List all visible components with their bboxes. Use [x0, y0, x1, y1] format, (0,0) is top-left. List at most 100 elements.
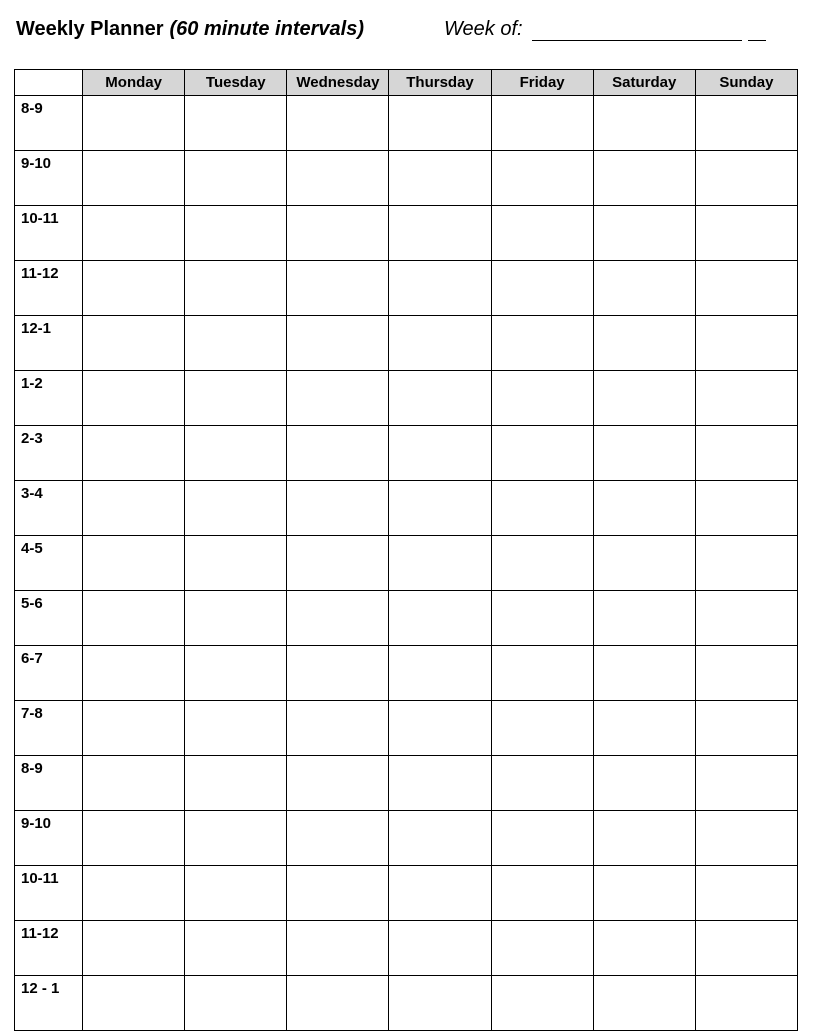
planner-cell[interactable]	[287, 976, 389, 1031]
planner-cell[interactable]	[593, 701, 695, 756]
planner-cell[interactable]	[695, 921, 797, 976]
planner-cell[interactable]	[185, 371, 287, 426]
planner-cell[interactable]	[83, 426, 185, 481]
planner-cell[interactable]	[389, 811, 491, 866]
planner-cell[interactable]	[83, 701, 185, 756]
planner-cell[interactable]	[593, 591, 695, 646]
planner-cell[interactable]	[695, 426, 797, 481]
planner-cell[interactable]	[491, 646, 593, 701]
planner-cell[interactable]	[491, 206, 593, 261]
planner-cell[interactable]	[287, 206, 389, 261]
planner-cell[interactable]	[389, 646, 491, 701]
planner-cell[interactable]	[287, 701, 389, 756]
planner-cell[interactable]	[185, 151, 287, 206]
planner-cell[interactable]	[83, 921, 185, 976]
planner-cell[interactable]	[83, 536, 185, 591]
planner-cell[interactable]	[83, 646, 185, 701]
planner-cell[interactable]	[185, 701, 287, 756]
planner-cell[interactable]	[185, 426, 287, 481]
planner-cell[interactable]	[593, 206, 695, 261]
planner-cell[interactable]	[491, 96, 593, 151]
planner-cell[interactable]	[695, 96, 797, 151]
planner-cell[interactable]	[389, 536, 491, 591]
planner-cell[interactable]	[185, 261, 287, 316]
planner-cell[interactable]	[593, 811, 695, 866]
planner-cell[interactable]	[695, 756, 797, 811]
planner-cell[interactable]	[287, 96, 389, 151]
planner-cell[interactable]	[491, 426, 593, 481]
planner-cell[interactable]	[491, 316, 593, 371]
planner-cell[interactable]	[287, 536, 389, 591]
planner-cell[interactable]	[287, 426, 389, 481]
planner-cell[interactable]	[83, 976, 185, 1031]
planner-cell[interactable]	[491, 591, 593, 646]
planner-cell[interactable]	[593, 261, 695, 316]
planner-cell[interactable]	[695, 316, 797, 371]
planner-cell[interactable]	[83, 591, 185, 646]
planner-cell[interactable]	[491, 371, 593, 426]
planner-cell[interactable]	[83, 756, 185, 811]
planner-cell[interactable]	[695, 261, 797, 316]
week-of-blank-tail[interactable]	[748, 25, 766, 41]
planner-cell[interactable]	[491, 866, 593, 921]
planner-cell[interactable]	[695, 481, 797, 536]
planner-cell[interactable]	[695, 701, 797, 756]
planner-cell[interactable]	[185, 646, 287, 701]
planner-cell[interactable]	[389, 371, 491, 426]
planner-cell[interactable]	[287, 316, 389, 371]
planner-cell[interactable]	[287, 866, 389, 921]
planner-cell[interactable]	[389, 591, 491, 646]
planner-cell[interactable]	[389, 866, 491, 921]
planner-cell[interactable]	[185, 96, 287, 151]
planner-cell[interactable]	[389, 316, 491, 371]
planner-cell[interactable]	[83, 151, 185, 206]
planner-cell[interactable]	[593, 756, 695, 811]
planner-cell[interactable]	[593, 976, 695, 1031]
planner-cell[interactable]	[389, 261, 491, 316]
planner-cell[interactable]	[389, 481, 491, 536]
planner-cell[interactable]	[287, 646, 389, 701]
planner-cell[interactable]	[491, 261, 593, 316]
planner-cell[interactable]	[491, 921, 593, 976]
planner-cell[interactable]	[491, 151, 593, 206]
planner-cell[interactable]	[185, 481, 287, 536]
planner-cell[interactable]	[287, 756, 389, 811]
planner-cell[interactable]	[491, 701, 593, 756]
planner-cell[interactable]	[287, 151, 389, 206]
planner-cell[interactable]	[83, 316, 185, 371]
planner-cell[interactable]	[491, 811, 593, 866]
planner-cell[interactable]	[83, 261, 185, 316]
planner-cell[interactable]	[491, 976, 593, 1031]
planner-cell[interactable]	[695, 536, 797, 591]
planner-cell[interactable]	[389, 206, 491, 261]
planner-cell[interactable]	[593, 866, 695, 921]
planner-cell[interactable]	[593, 96, 695, 151]
planner-cell[interactable]	[185, 756, 287, 811]
planner-cell[interactable]	[593, 316, 695, 371]
planner-cell[interactable]	[695, 976, 797, 1031]
planner-cell[interactable]	[185, 591, 287, 646]
planner-cell[interactable]	[593, 151, 695, 206]
planner-cell[interactable]	[287, 921, 389, 976]
planner-cell[interactable]	[185, 976, 287, 1031]
planner-cell[interactable]	[185, 811, 287, 866]
planner-cell[interactable]	[389, 976, 491, 1031]
planner-cell[interactable]	[185, 206, 287, 261]
planner-cell[interactable]	[695, 646, 797, 701]
planner-cell[interactable]	[83, 866, 185, 921]
planner-cell[interactable]	[185, 316, 287, 371]
planner-cell[interactable]	[185, 866, 287, 921]
planner-cell[interactable]	[287, 371, 389, 426]
planner-cell[interactable]	[83, 481, 185, 536]
planner-cell[interactable]	[83, 811, 185, 866]
planner-cell[interactable]	[389, 756, 491, 811]
planner-cell[interactable]	[185, 536, 287, 591]
planner-cell[interactable]	[695, 151, 797, 206]
planner-cell[interactable]	[695, 866, 797, 921]
planner-cell[interactable]	[593, 371, 695, 426]
planner-cell[interactable]	[593, 481, 695, 536]
planner-cell[interactable]	[389, 426, 491, 481]
planner-cell[interactable]	[593, 921, 695, 976]
planner-cell[interactable]	[491, 756, 593, 811]
week-of-blank-line[interactable]	[532, 25, 742, 41]
